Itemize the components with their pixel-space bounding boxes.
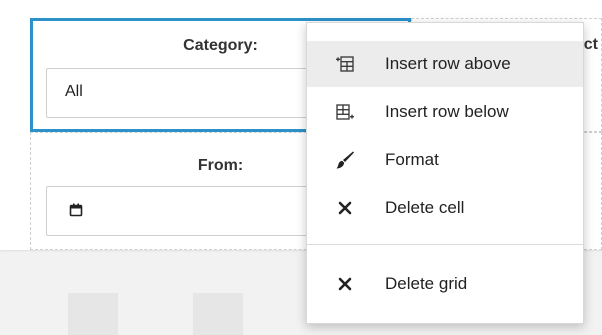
loading-placeholder xyxy=(68,293,118,335)
menu-item-label: Delete cell xyxy=(385,198,465,217)
loading-placeholder xyxy=(193,293,243,335)
category-select-value: All xyxy=(65,83,83,100)
calendar-icon[interactable] xyxy=(69,203,83,217)
close-icon xyxy=(335,274,355,294)
menu-item-insert-row-below[interactable]: Insert row below xyxy=(307,89,583,135)
menu-item-delete-cell[interactable]: Delete cell xyxy=(307,185,583,231)
insert-row-below-icon xyxy=(335,102,355,122)
menu-item-format[interactable]: Format xyxy=(307,137,583,183)
menu-item-label: Insert row below xyxy=(385,102,509,121)
menu-item-delete-grid[interactable]: Delete grid xyxy=(307,261,583,307)
menu-item-label: Delete grid xyxy=(385,274,468,293)
context-menu: Insert row above Insert row below Format xyxy=(306,22,584,324)
insert-row-above-icon xyxy=(335,54,355,74)
menu-item-insert-row-above[interactable]: Insert row above xyxy=(307,41,583,87)
menu-item-label: Insert row above xyxy=(385,54,511,73)
menu-item-label: Format xyxy=(385,150,439,169)
close-icon xyxy=(335,198,355,218)
menu-divider xyxy=(307,244,583,245)
paint-brush-icon xyxy=(335,150,355,170)
